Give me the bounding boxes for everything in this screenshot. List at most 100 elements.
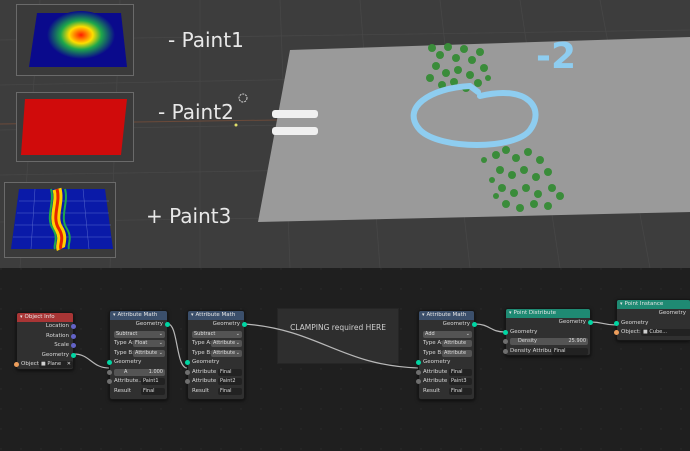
point-distribute-node[interactable]: ▾ Point Distribute Geometry Geometry Dens…	[503, 308, 593, 356]
attribute-b-row: Attribute Paint3	[416, 377, 474, 387]
socket-icon[interactable]	[416, 369, 421, 375]
operation-dropdown[interactable]: Subtract ⌄	[192, 330, 242, 338]
socket-icon[interactable]	[503, 329, 508, 335]
paint2-thumbnail	[16, 92, 134, 162]
socket-icon[interactable]	[416, 379, 421, 385]
type-a-dropdown[interactable]: Attribute⌄	[442, 340, 472, 348]
socket-icon[interactable]	[503, 339, 508, 345]
operation-row: Subtract ⌄	[110, 330, 167, 340]
output-geometry: Geometry	[17, 351, 76, 361]
attribute-math-3-node[interactable]: ▾ Attribute Math Geometry Add ⌄ Type A: Att…	[416, 310, 477, 400]
socket-icon[interactable]	[107, 369, 112, 375]
socket-icon[interactable]	[614, 330, 619, 336]
paint3-label: + Paint3	[146, 204, 232, 228]
input-geometry: Geometry	[107, 358, 167, 368]
attribute-b-field[interactable]: Paint2	[218, 378, 242, 386]
output-geometry: Geometry	[419, 320, 477, 330]
attribute-b-field[interactable]: Paint3	[449, 378, 472, 386]
attribute-b-row: Attribute Paint2	[185, 377, 244, 387]
type-a-dropdown[interactable]: Float ⌄	[133, 340, 165, 348]
type-b-row: Type B:Attribute⌄	[192, 349, 242, 357]
attribute-a-row: Attribute Final	[185, 368, 244, 378]
socket-icon[interactable]	[185, 379, 190, 385]
object-field[interactable]: ■ Cube...	[641, 329, 690, 337]
type-b-dropdown[interactable]: Attribute⌄	[133, 349, 165, 357]
collapse-chevron-icon[interactable]: ▾	[20, 313, 23, 322]
attribute-math-header[interactable]: ▾ Attribute Math	[110, 311, 167, 320]
object-row: Object: ■ Cube...	[614, 328, 690, 338]
socket-icon[interactable]	[185, 369, 190, 375]
attribute-math-header[interactable]: ▾ Attribute Math	[419, 311, 474, 320]
paint2-heatmap	[21, 99, 127, 155]
output-rotation: Rotation	[17, 332, 76, 342]
collapse-chevron-icon[interactable]: ▾	[422, 311, 425, 320]
collapse-chevron-icon[interactable]: ▾	[509, 309, 512, 318]
density-field[interactable]: Density 25.900	[510, 338, 588, 346]
operation-dropdown[interactable]: Subtract ⌄	[114, 330, 165, 338]
a-value-row: A 1.000	[107, 368, 167, 378]
attribute-a-row: Attribute Final	[416, 368, 474, 378]
output-geometry: Geometry	[658, 310, 686, 316]
equals-top-bar	[272, 110, 318, 118]
node-title: Attribute Math	[117, 312, 158, 318]
frame-label: CLAMPING required HERE	[290, 323, 386, 332]
type-b-dropdown[interactable]: Attribute⌄	[211, 349, 242, 357]
object-info-header[interactable]: ▾ Object Info	[17, 313, 73, 322]
node-title: Point Instance	[624, 301, 664, 307]
attribute-a-field[interactable]: Final	[218, 368, 242, 376]
origin-dot	[234, 123, 238, 127]
attribute-math-1-node[interactable]: ▾ Attribute Math Geometry Subtract ⌄ Type …	[107, 310, 170, 400]
collapse-chevron-icon[interactable]: ▾	[113, 311, 116, 320]
operation-dropdown[interactable]: Add ⌄	[423, 330, 472, 338]
paint1-thumbnail	[16, 4, 134, 76]
socket-icon[interactable]	[185, 360, 190, 366]
socket-icon[interactable]	[14, 362, 19, 368]
object-info-node[interactable]: ▾ Object Info Location Rotation Scale Geo…	[14, 312, 76, 370]
result-row: Result Final	[419, 387, 474, 397]
collapse-chevron-icon[interactable]: ▾	[620, 300, 623, 309]
density-row: Density 25.900	[503, 337, 590, 347]
socket-icon[interactable]	[416, 360, 421, 366]
output-scale: Scale	[17, 341, 76, 351]
paint1-heatmap	[29, 11, 127, 67]
ground-plane	[258, 37, 690, 222]
socket-icon[interactable]	[71, 352, 76, 358]
clear-icon: ✕	[66, 361, 71, 368]
result-field[interactable]: Final	[141, 387, 165, 395]
attribute-row: Attribute... Paint1	[107, 377, 167, 387]
type-b-dropdown[interactable]: Attribute⌄	[442, 349, 472, 357]
object-field[interactable]: ■ Plane ✕	[39, 361, 73, 369]
paint2-label: - Paint2	[158, 100, 234, 124]
type-a-dropdown[interactable]: Attribute⌄	[211, 340, 242, 348]
socket-icon[interactable]	[503, 348, 508, 354]
attribute-math-header[interactable]: ▾ Attribute Math	[188, 311, 244, 320]
a-value-field[interactable]: A 1.000	[114, 368, 165, 376]
clamping-frame[interactable]: CLAMPING required HERE	[277, 308, 399, 364]
point-instance-header[interactable]: ▾ Point Instance	[617, 300, 690, 309]
node-title: Attribute Math	[426, 312, 467, 318]
attribute-a-field[interactable]: Final	[449, 368, 472, 376]
attribute-field[interactable]: Paint1	[141, 378, 165, 386]
socket-icon[interactable]	[71, 333, 76, 339]
socket-icon[interactable]	[614, 320, 619, 326]
result-field[interactable]: Final	[449, 387, 472, 395]
attribute-math-2-node[interactable]: ▾ Attribute Math Geometry Subtract ⌄ Type …	[185, 310, 247, 400]
point-distribute-header[interactable]: ▾ Point Distribute	[506, 309, 590, 318]
3d-cursor-icon	[238, 93, 248, 103]
point-instance-node[interactable]: ▾ Point Instance Geometry Geometry Object…	[614, 299, 690, 341]
input-geometry: Geometry	[185, 358, 244, 368]
input-geometry: Geometry	[503, 328, 590, 338]
paint3-heatmap	[11, 187, 113, 252]
density-attribute-field[interactable]: Final	[552, 347, 588, 355]
node-title: Attribute Math	[195, 312, 236, 318]
3d-viewport[interactable]: - Paint1 - Paint2 + Paint3 -2	[0, 0, 690, 268]
output-geometry: Geometry	[110, 320, 170, 330]
input-geometry: Geometry	[416, 358, 474, 368]
socket-icon[interactable]	[107, 379, 112, 385]
operation-row: Add ⌄	[419, 330, 474, 340]
type-a-row: Type A: Float ⌄	[114, 340, 165, 348]
collapse-chevron-icon[interactable]: ▾	[191, 311, 194, 320]
type-b-row: Type B:Attribute⌄	[419, 349, 474, 359]
socket-icon[interactable]	[107, 360, 112, 366]
result-field[interactable]: Final	[218, 387, 242, 395]
